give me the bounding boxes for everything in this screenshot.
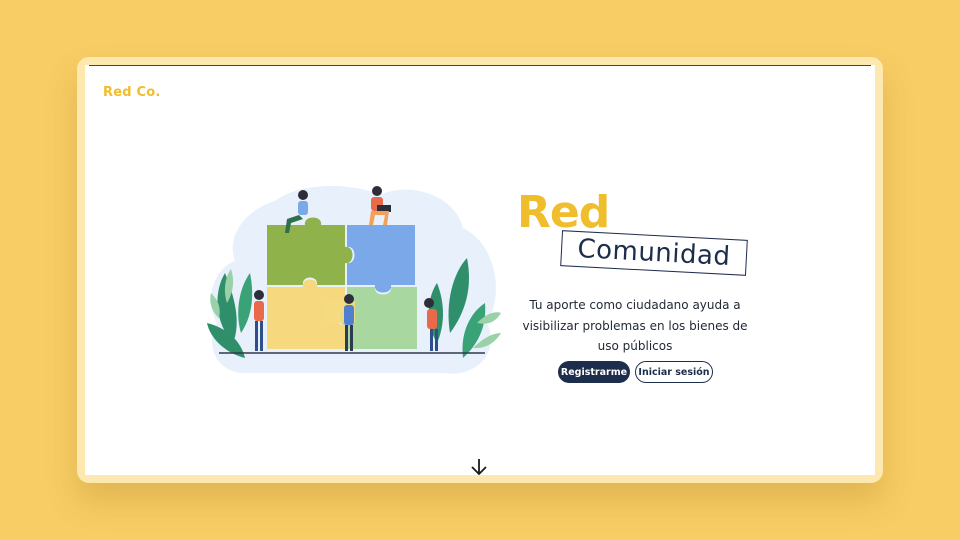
arrow-down-icon[interactable] (469, 457, 489, 475)
landing-page: Red Co. Red Comunidad Tu aporte como ciu… (85, 65, 875, 475)
hero-title-red: Red (517, 187, 610, 238)
logo[interactable]: Red Co. (103, 85, 160, 100)
puzzle-teamwork-illustration (207, 185, 501, 374)
register-button[interactable]: Registrarme (558, 361, 630, 383)
top-border (89, 65, 871, 66)
login-button[interactable]: Iniciar sesión (635, 361, 713, 383)
hero-title-box: Comunidad (560, 230, 748, 276)
hero-description: Tu aporte como ciudadano ayuda a visibil… (522, 298, 748, 353)
hero-title-comunidad: Comunidad (576, 234, 732, 272)
device-frame: Red Co. Red Comunidad Tu aporte como ciu… (77, 57, 883, 483)
